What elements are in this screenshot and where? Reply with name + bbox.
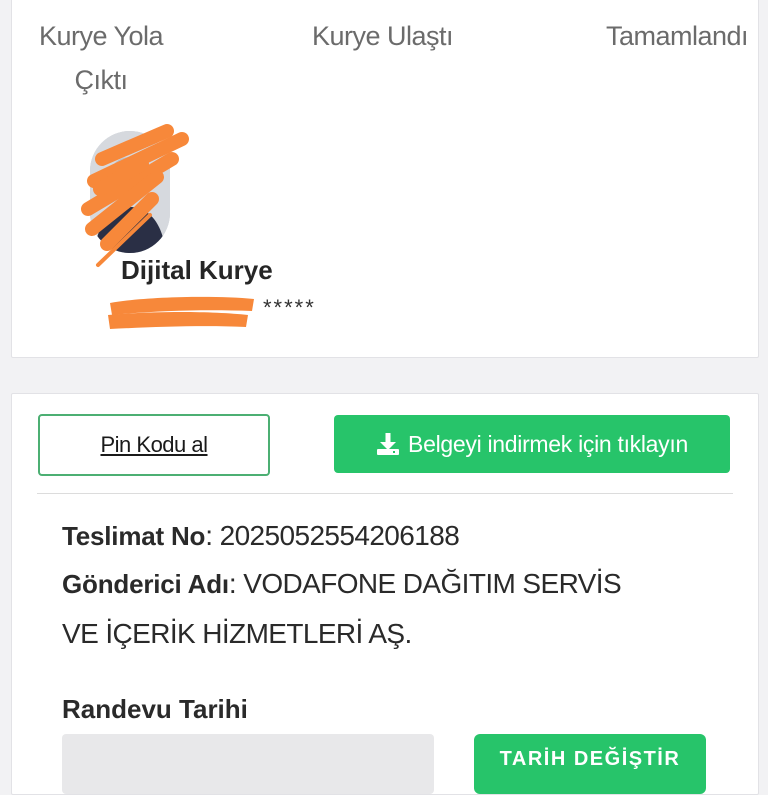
delivery-detail-card: Pin Kodu al Belgeyi indirmek için tıklay… xyxy=(11,393,759,795)
sender-name-value: VODAFONE DAĞITIM SERVİS xyxy=(243,568,622,599)
sender-name-label: Gönderici Adı xyxy=(62,569,229,599)
section-divider xyxy=(37,493,733,494)
tracking-number-row: Teslimat No: 2025052554206188 xyxy=(62,520,460,551)
appointment-date-label: Randevu Tarihi xyxy=(62,694,248,724)
download-icon xyxy=(376,432,400,456)
change-date-button[interactable]: TARİH DEĞİŞTİR xyxy=(474,734,706,794)
tracking-number-label: Teslimat No xyxy=(62,521,206,551)
status-step-arrived: Kurye Ulaştı xyxy=(312,21,454,51)
get-pin-button[interactable]: Pin Kodu al xyxy=(38,414,270,476)
avatar-redaction-scribble xyxy=(81,124,189,267)
sender-name-value-continued: VE İÇERİK HİZMETLERİ AŞ. xyxy=(62,618,412,649)
download-document-button[interactable]: Belgeyi indirmek için tıklayın xyxy=(334,415,730,473)
status-step-on-the-way: Kurye Yola Çıktı xyxy=(38,21,164,95)
appointment-date-field[interactable] xyxy=(62,734,434,794)
download-button-label: Belgeyi indirmek için tıklayın xyxy=(408,430,688,457)
status-step-completed: Tamamlandı xyxy=(606,21,749,51)
phone-redaction-mark xyxy=(108,296,254,329)
courier-phone-masked: ***** xyxy=(263,295,316,320)
sender-name-row: Gönderici Adı: VODAFONE DAĞITIM SERVİS xyxy=(62,568,622,599)
tracking-number-value: 2025052554206188 xyxy=(219,520,460,551)
courier-name: Dijital Kurye xyxy=(121,255,273,285)
courier-card: Kurye Yola Çıktı Kurye Ulaştı Tamamlandı… xyxy=(11,0,759,358)
